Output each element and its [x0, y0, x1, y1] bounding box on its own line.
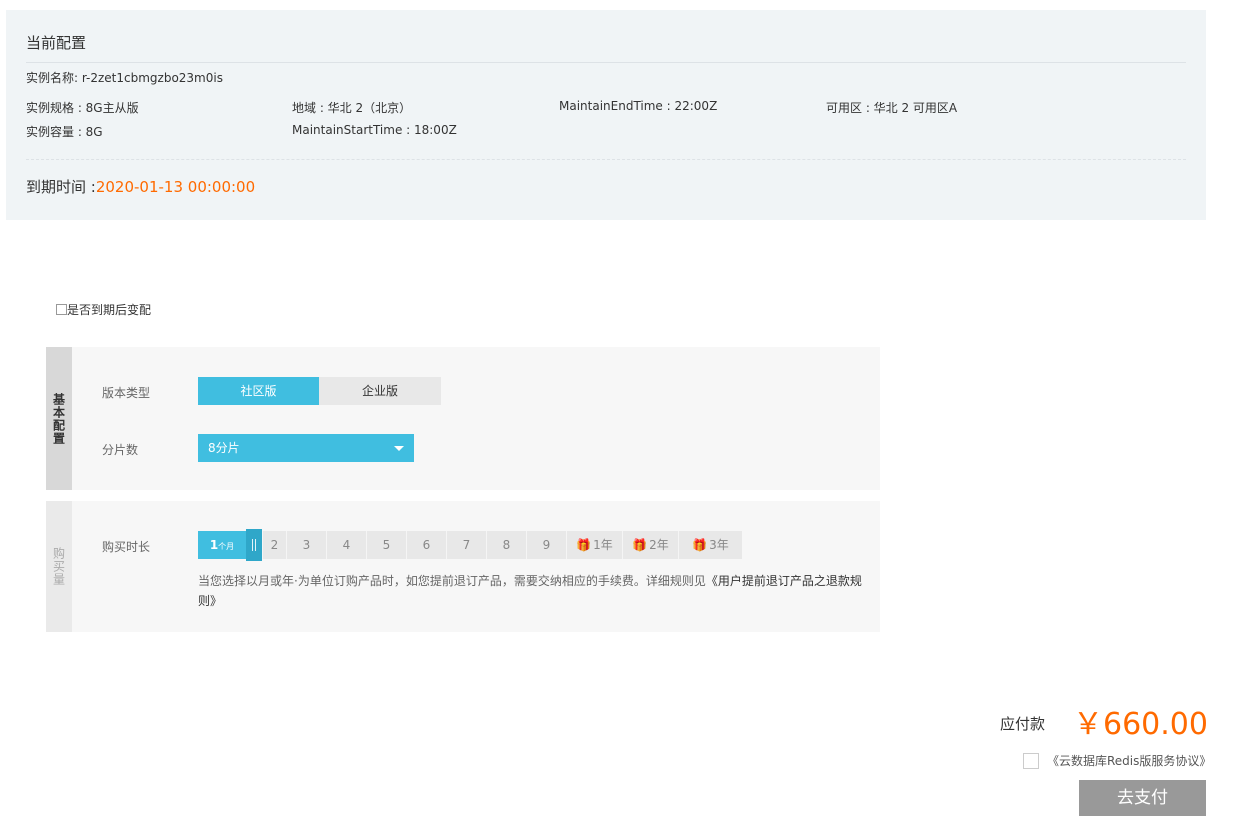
duration-tick-6[interactable]: 6 — [406, 531, 446, 559]
gift-icon: 🎁 — [576, 538, 592, 552]
instance-name: 实例名称: r-2zet1cbmgzbo23m0is — [26, 71, 223, 85]
purchase-quantity-section-label: 购买量 — [46, 501, 72, 632]
divider — [26, 159, 1186, 160]
shard-count-value: 8分片 — [208, 441, 240, 455]
duration-tick-8[interactable]: 8 — [486, 531, 526, 559]
expire-label: 到期时间 : — [26, 178, 96, 196]
purchase-duration-slider[interactable]: 1个月 2 3 4 5 6 7 8 9 🎁 1年 🎁 2年 🎁 3年 — [198, 529, 742, 561]
chevron-down-icon — [394, 446, 404, 451]
renew-change-checkbox[interactable] — [56, 304, 67, 315]
expire-time: 到期时间 :2020-01-13 00:00:00 — [26, 176, 255, 197]
agreement-option[interactable]: 《云数据库Redis版服务协议》 — [1023, 752, 1211, 769]
agreement-checkbox[interactable] — [1023, 752, 1039, 769]
maintain-start-time: MaintainStartTime : 18:00Z — [292, 123, 457, 137]
amount-due-label: 应付款 — [1000, 715, 1046, 733]
gift-icon: 🎁 — [632, 538, 648, 552]
version-option-enterprise[interactable]: 企业版 — [319, 377, 441, 405]
version-option-community[interactable]: 社区版 — [198, 377, 319, 405]
current-config-panel: 当前配置 实例名称: r-2zet1cbmgzbo23m0is 实例规格 : 8… — [6, 10, 1206, 220]
gift-icon: 🎁 — [692, 538, 708, 552]
duration-tick-2-year[interactable]: 🎁 2年 — [622, 531, 678, 559]
refund-note: 当您选择以月或年·为单位订购产品时，如您提前退订产品，需要交纳相应的手续费。详细… — [198, 571, 868, 611]
availability-zone: 可用区 : 华北 2 可用区A — [826, 101, 958, 115]
refund-note-text: 当您选择以月或年·为单位订购产品时，如您提前退订产品，需要交纳相应的手续费。详细… — [198, 574, 706, 588]
renew-change-option[interactable]: 是否到期后变配 — [56, 301, 151, 318]
duration-tick-7[interactable]: 7 — [446, 531, 486, 559]
basic-config-section: 基本配置 版本类型 社区版 企业版 分片数 8分片 — [46, 347, 880, 490]
instance-spec: 实例规格 : 8G主从版 — [26, 101, 139, 115]
duration-tick-4[interactable]: 4 — [326, 531, 366, 559]
slider-handle[interactable] — [246, 529, 262, 561]
divider — [26, 62, 1186, 63]
config-title: 当前配置 — [26, 34, 87, 52]
duration-tick-9[interactable]: 9 — [526, 531, 566, 559]
instance-region: 地域 : 华北 2（北京） — [292, 101, 412, 115]
expire-value: 2020-01-13 00:00:00 — [95, 178, 256, 196]
amount-due-value: ￥660.00 — [1073, 707, 1208, 742]
duration-tick-1-year[interactable]: 🎁 1年 — [566, 531, 622, 559]
instance-capacity: 实例容量 : 8G — [26, 125, 103, 139]
purchase-quantity-section: 购买量 购买时长 1个月 2 3 4 5 6 7 8 9 🎁 1年 🎁 2年 🎁 3年… — [46, 501, 880, 632]
duration-tick-2[interactable]: 2 — [262, 531, 286, 559]
basic-config-section-label: 基本配置 — [46, 347, 72, 490]
maintain-end-time: MaintainEndTime : 22:00Z — [559, 99, 718, 113]
duration-tick-3-year[interactable]: 🎁 3年 — [678, 531, 742, 559]
slider-current-value: 1个月 — [209, 538, 235, 552]
duration-tick-3[interactable]: 3 — [286, 531, 326, 559]
duration-tick-5[interactable]: 5 — [366, 531, 406, 559]
renew-change-label: 是否到期后变配 — [67, 303, 152, 317]
purchase-duration-label: 购买时长 — [102, 540, 151, 554]
pay-button[interactable]: 去支付 — [1079, 780, 1206, 816]
shard-count-label: 分片数 — [102, 443, 139, 457]
shard-count-select[interactable]: 8分片 — [198, 434, 414, 462]
version-type-label: 版本类型 — [102, 386, 151, 400]
version-type-selector: 社区版 企业版 — [198, 377, 441, 405]
agreement-link[interactable]: 《云数据库Redis版服务协议》 — [1047, 752, 1211, 769]
